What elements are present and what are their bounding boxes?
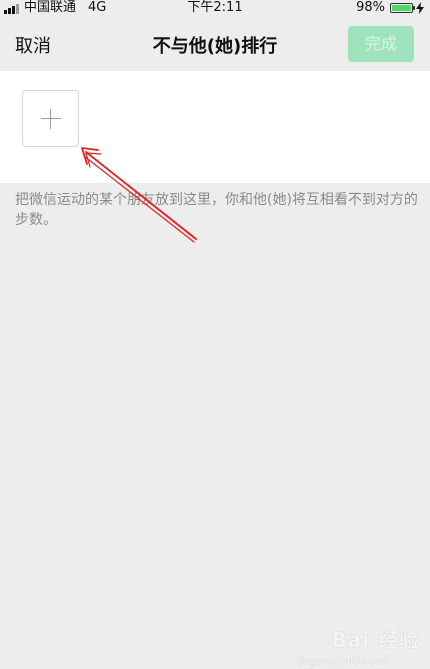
charging-icon <box>416 2 424 14</box>
watermark-url: jingyan.baidu.com <box>297 656 390 667</box>
status-bar: 中国联通 4G 下午2:11 98% <box>0 0 430 16</box>
member-panel <box>0 71 430 183</box>
nav-bar: 取消 不与他(她)排行 完成 <box>0 16 430 71</box>
done-button[interactable]: 完成 <box>348 26 414 62</box>
add-member-button[interactable] <box>22 90 79 147</box>
battery-icon <box>390 3 415 13</box>
plus-icon <box>40 108 61 129</box>
battery-percent: 98% <box>356 0 385 15</box>
watermark-logo: Bai 经验 <box>331 628 420 652</box>
cancel-button[interactable]: 取消 <box>15 32 51 58</box>
status-right: 98% <box>356 0 424 16</box>
battery-fill <box>392 5 411 11</box>
hint-text: 把微信运动的某个朋友放到这里，你和他(她)将互相看不到对方的步数。 <box>15 192 418 228</box>
